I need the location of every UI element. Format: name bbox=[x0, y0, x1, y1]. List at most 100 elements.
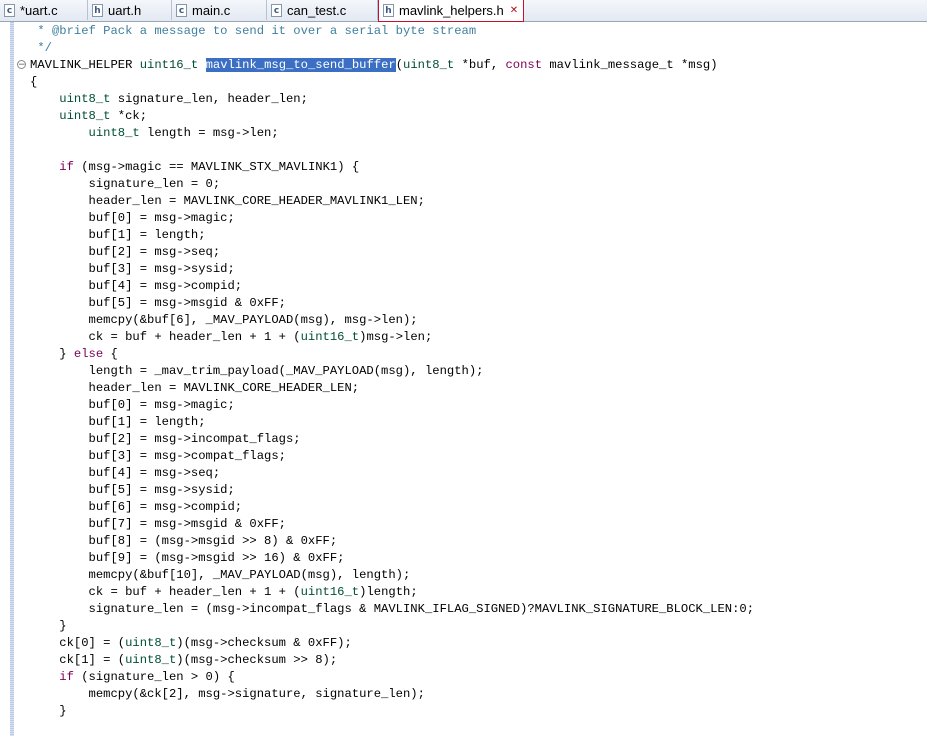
code-token: { bbox=[103, 347, 118, 361]
code-token: signature_len = (msg->incompat_flags & M… bbox=[30, 602, 755, 616]
code-token: signature_len, header_len; bbox=[110, 92, 308, 106]
code-token: uint16_t bbox=[300, 330, 360, 344]
code-token: (msg->magic == MAVLINK_STX_MAVLINK1) { bbox=[73, 160, 360, 174]
code-line[interactable]: memcpy(&ck[2], msg->signature, signature… bbox=[30, 686, 425, 703]
code-token: uint16_t bbox=[300, 585, 360, 599]
code-line[interactable]: } bbox=[30, 703, 66, 720]
header-file-icon: h bbox=[383, 4, 394, 17]
code-line[interactable]: MAVLINK_HELPER uint16_t mavlink_msg_to_s… bbox=[30, 57, 718, 74]
code-line[interactable]: buf[5] = msg->sysid; bbox=[30, 482, 235, 499]
code-token: if bbox=[59, 670, 74, 684]
tab-can-test-c[interactable]: c can_test.c bbox=[267, 0, 378, 20]
code-line[interactable]: ck[1] = (uint8_t)(msg->checksum >> 8); bbox=[30, 652, 337, 669]
code-token: uint8_t bbox=[59, 92, 111, 106]
editor-tab-bar: c *uart.c h uart.h c main.c c can_test.c h mavlin… bbox=[0, 0, 927, 22]
code-token: signature_len = 0; bbox=[30, 177, 221, 191]
code-line[interactable]: buf[6] = msg->compid; bbox=[30, 499, 243, 516]
code-line[interactable]: memcpy(&buf[10], _MAV_PAYLOAD(msg), leng… bbox=[30, 567, 411, 584]
code-line[interactable]: buf[1] = length; bbox=[30, 414, 206, 431]
code-token: * @brief Pack a message to send it over … bbox=[30, 24, 477, 38]
code-token: header_len = MAVLINK_CORE_HEADER_MAVLINK… bbox=[30, 194, 425, 208]
code-token: buf[6] = msg->compid; bbox=[30, 500, 243, 514]
tab-label: can_test.c bbox=[287, 2, 347, 18]
code-line[interactable]: length = _mav_trim_payload(_MAV_PAYLOAD(… bbox=[30, 363, 484, 380]
code-line[interactable]: buf[4] = msg->seq; bbox=[30, 465, 221, 482]
code-token: ck = buf + header_len + 1 + ( bbox=[30, 330, 301, 344]
code-line[interactable]: buf[4] = msg->compid; bbox=[30, 278, 243, 295]
code-line[interactable]: memcpy(&buf[6], _MAV_PAYLOAD(msg), msg->… bbox=[30, 312, 418, 329]
code-line[interactable]: buf[2] = msg->incompat_flags; bbox=[30, 431, 301, 448]
code-line[interactable]: buf[2] = msg->seq; bbox=[30, 244, 221, 261]
code-token: buf[4] = msg->seq; bbox=[30, 466, 221, 480]
code-token: buf[1] = length; bbox=[30, 228, 206, 242]
code-token: memcpy(&buf[10], _MAV_PAYLOAD(msg), leng… bbox=[30, 568, 411, 582]
code-token: */ bbox=[30, 41, 52, 55]
tab-main-c[interactable]: c main.c bbox=[172, 0, 267, 20]
tab-label: main.c bbox=[192, 2, 231, 18]
code-token: length = _mav_trim_payload(_MAV_PAYLOAD(… bbox=[30, 364, 484, 378]
code-token: if bbox=[59, 160, 74, 174]
code-line[interactable]: if (signature_len > 0) { bbox=[30, 669, 235, 686]
code-token: ck = buf + header_len + 1 + ( bbox=[30, 585, 301, 599]
code-token: buf[1] = length; bbox=[30, 415, 206, 429]
code-line[interactable]: } bbox=[30, 618, 67, 635]
code-token: uint16_t bbox=[139, 58, 199, 72]
code-line[interactable]: buf[1] = length; bbox=[30, 227, 206, 244]
code-token: buf[5] = msg->msgid & 0xFF; bbox=[30, 296, 286, 310]
code-token: { bbox=[30, 75, 38, 89]
code-line[interactable]: buf[7] = msg->msgid & 0xFF; bbox=[30, 516, 286, 533]
code-line[interactable]: ck = buf + header_len + 1 + (uint16_t)ms… bbox=[30, 329, 433, 346]
code-line[interactable]: buf[5] = msg->msgid & 0xFF; bbox=[30, 295, 286, 312]
code-token: uint8_t bbox=[125, 653, 177, 667]
code-line[interactable]: buf[3] = msg->compat_flags; bbox=[30, 448, 286, 465]
code-token: else bbox=[73, 347, 104, 361]
code-line[interactable]: header_len = MAVLINK_CORE_HEADER_LEN; bbox=[30, 380, 360, 397]
code-line[interactable]: buf[0] = msg->magic; bbox=[30, 397, 235, 414]
code-line[interactable]: buf[0] = msg->magic; bbox=[30, 210, 235, 227]
code-line[interactable]: buf[9] = (msg->msgid >> 16) & 0xFF; bbox=[30, 550, 345, 567]
code-token: ( bbox=[395, 58, 404, 72]
code-editor[interactable]: − * @brief Pack a message to send it ove… bbox=[0, 22, 927, 736]
code-token: )msg->len; bbox=[359, 330, 433, 344]
code-line[interactable]: signature_len = (msg->incompat_flags & M… bbox=[30, 601, 755, 618]
code-token: uint8_t bbox=[88, 126, 140, 140]
code-token: buf[4] = msg->compid; bbox=[30, 279, 243, 293]
code-line[interactable]: * @brief Pack a message to send it over … bbox=[30, 23, 476, 40]
tab-label: mavlink_helpers.h bbox=[399, 3, 504, 18]
code-line[interactable]: header_len = MAVLINK_CORE_HEADER_MAVLINK… bbox=[30, 193, 425, 210]
code-token: memcpy(&buf[6], _MAV_PAYLOAD(msg), msg->… bbox=[30, 313, 418, 327]
code-token: memcpy(&ck[2], msg->signature, signature… bbox=[30, 687, 425, 701]
code-token: buf[2] = msg->seq; bbox=[30, 245, 221, 259]
code-token: uint8_t bbox=[59, 109, 111, 123]
code-line[interactable]: ck = buf + header_len + 1 + (uint16_t)le… bbox=[30, 584, 418, 601]
tab-label: uart.h bbox=[108, 2, 142, 18]
code-line[interactable]: if (msg->magic == MAVLINK_STX_MAVLINK1) … bbox=[30, 159, 359, 176]
code-line[interactable]: } else { bbox=[30, 346, 118, 363]
code-line[interactable]: uint8_t length = msg->len; bbox=[30, 125, 279, 142]
tab-uart-h[interactable]: h uart.h bbox=[88, 0, 172, 20]
code-token: length = msg->len; bbox=[139, 126, 279, 140]
tab-mavlink-helpers-h[interactable]: h mavlink_helpers.h ✕ bbox=[378, 0, 524, 22]
code-token: )(msg->checksum >> 8); bbox=[176, 653, 338, 667]
close-tab-icon[interactable]: ✕ bbox=[510, 5, 520, 16]
code-line[interactable]: { bbox=[30, 74, 37, 91]
code-token: } bbox=[30, 347, 74, 361]
code-token: ck[1] = ( bbox=[30, 653, 126, 667]
code-line[interactable]: signature_len = 0; bbox=[30, 176, 221, 193]
code-line[interactable]: uint8_t *ck; bbox=[30, 108, 147, 125]
code-token: *buf, bbox=[454, 58, 506, 72]
code-line[interactable]: buf[3] = msg->sysid; bbox=[30, 261, 235, 278]
code-line[interactable]: buf[8] = (msg->msgid >> 8) & 0xFF; bbox=[30, 533, 338, 550]
code-token: } bbox=[30, 619, 67, 633]
code-line[interactable]: */ bbox=[30, 40, 52, 57]
code-line[interactable]: uint8_t signature_len, header_len; bbox=[30, 91, 308, 108]
code-token: buf[7] = msg->msgid & 0xFF; bbox=[30, 517, 286, 531]
code-token: uint8_t bbox=[125, 636, 177, 650]
fold-toggle-icon[interactable]: − bbox=[17, 60, 26, 70]
selected-text: mavlink_msg_to_send_buffer bbox=[205, 58, 396, 72]
tab-uart-c[interactable]: c *uart.c bbox=[0, 0, 88, 20]
code-token: uint8_t bbox=[403, 58, 455, 72]
code-line[interactable]: ck[0] = (uint8_t)(msg->checksum & 0xFF); bbox=[30, 635, 352, 652]
